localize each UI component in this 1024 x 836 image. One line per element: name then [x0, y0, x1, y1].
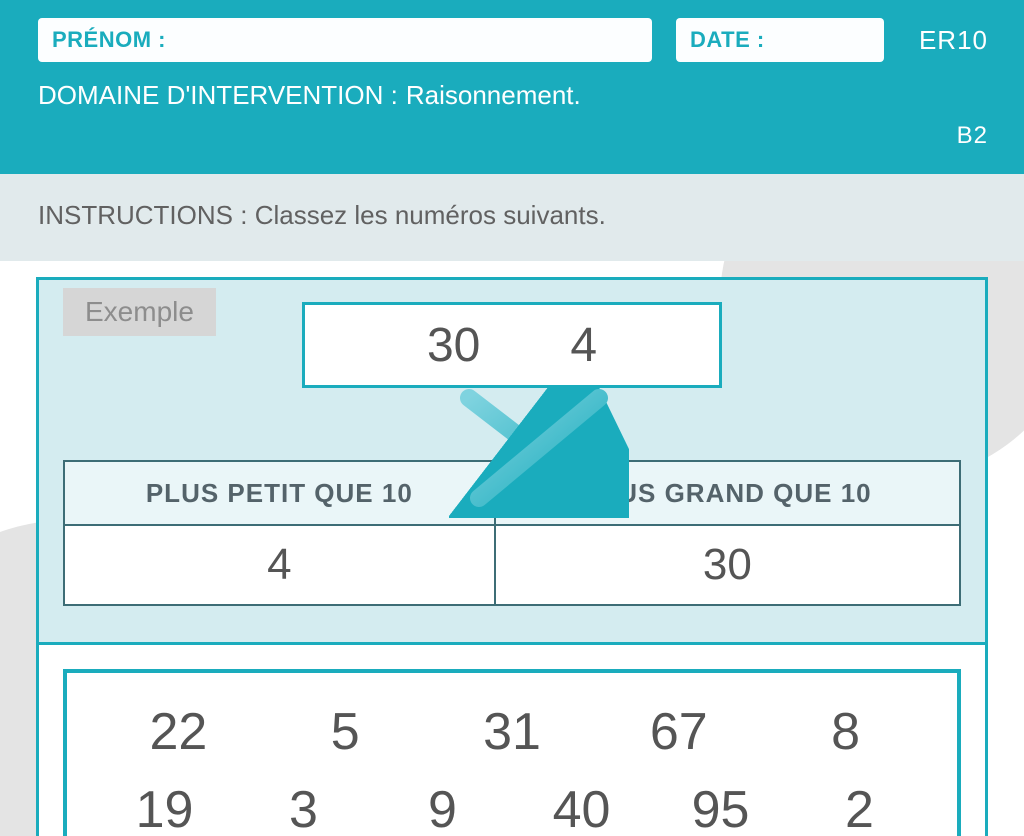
example-source-left: 30	[427, 318, 480, 373]
pool-num: 40	[512, 771, 651, 836]
instructions-text: Classez les numéros suivants.	[255, 200, 606, 230]
worksheet-codes: ER10	[919, 25, 988, 56]
pool-num: 2	[790, 771, 929, 836]
example-source-right: 4	[570, 318, 597, 373]
number-pool-panel: 22 5 31 67 8 19 3 9 40 95 2	[36, 645, 988, 836]
code-top: ER10	[919, 25, 988, 56]
date-field[interactable]: DATE :	[676, 18, 884, 62]
col-value-greater: 30	[495, 525, 960, 605]
date-label: DATE :	[690, 27, 765, 53]
col-value-smaller: 4	[64, 525, 495, 605]
example-result-table: PLUS PETIT QUE 10 PLUS GRAND QUE 10 4 30	[63, 460, 961, 606]
pool-num: 22	[95, 693, 262, 771]
number-pool-box: 22 5 31 67 8 19 3 9 40 95 2	[63, 669, 961, 836]
worksheet-header: PRÉNOM : DATE : ER10 DOMAINE D'INTERVENT…	[0, 0, 1024, 174]
col-header-greater: PLUS GRAND QUE 10	[495, 461, 960, 525]
pool-num: 3	[234, 771, 373, 836]
prenom-label: PRÉNOM :	[52, 27, 166, 53]
pool-num: 8	[762, 693, 929, 771]
domain-label: DOMAINE D'INTERVENTION :	[38, 80, 398, 111]
col-header-smaller: PLUS PETIT QUE 10	[64, 461, 495, 525]
prenom-field[interactable]: PRÉNOM :	[38, 18, 652, 62]
instructions-label: INSTRUCTIONS :	[38, 200, 247, 230]
pool-row-2: 19 3 9 40 95 2	[95, 771, 929, 836]
pool-row-1: 22 5 31 67 8	[95, 693, 929, 771]
example-tag: Exemple	[63, 288, 216, 336]
pool-num: 19	[95, 771, 234, 836]
pool-num: 5	[262, 693, 429, 771]
pool-num: 9	[373, 771, 512, 836]
pool-num: 31	[429, 693, 596, 771]
example-source-box: 30 4	[302, 302, 722, 388]
code-bottom: B2	[957, 122, 988, 150]
example-panel: Exemple 30 4	[36, 277, 988, 645]
pool-num: 95	[651, 771, 790, 836]
instructions-bar: INSTRUCTIONS : Classez les numéros suiva…	[0, 174, 1024, 261]
worksheet-body: Exemple 30 4	[0, 261, 1024, 836]
pool-num: 67	[595, 693, 762, 771]
domain-value: Raisonnement.	[406, 80, 581, 111]
